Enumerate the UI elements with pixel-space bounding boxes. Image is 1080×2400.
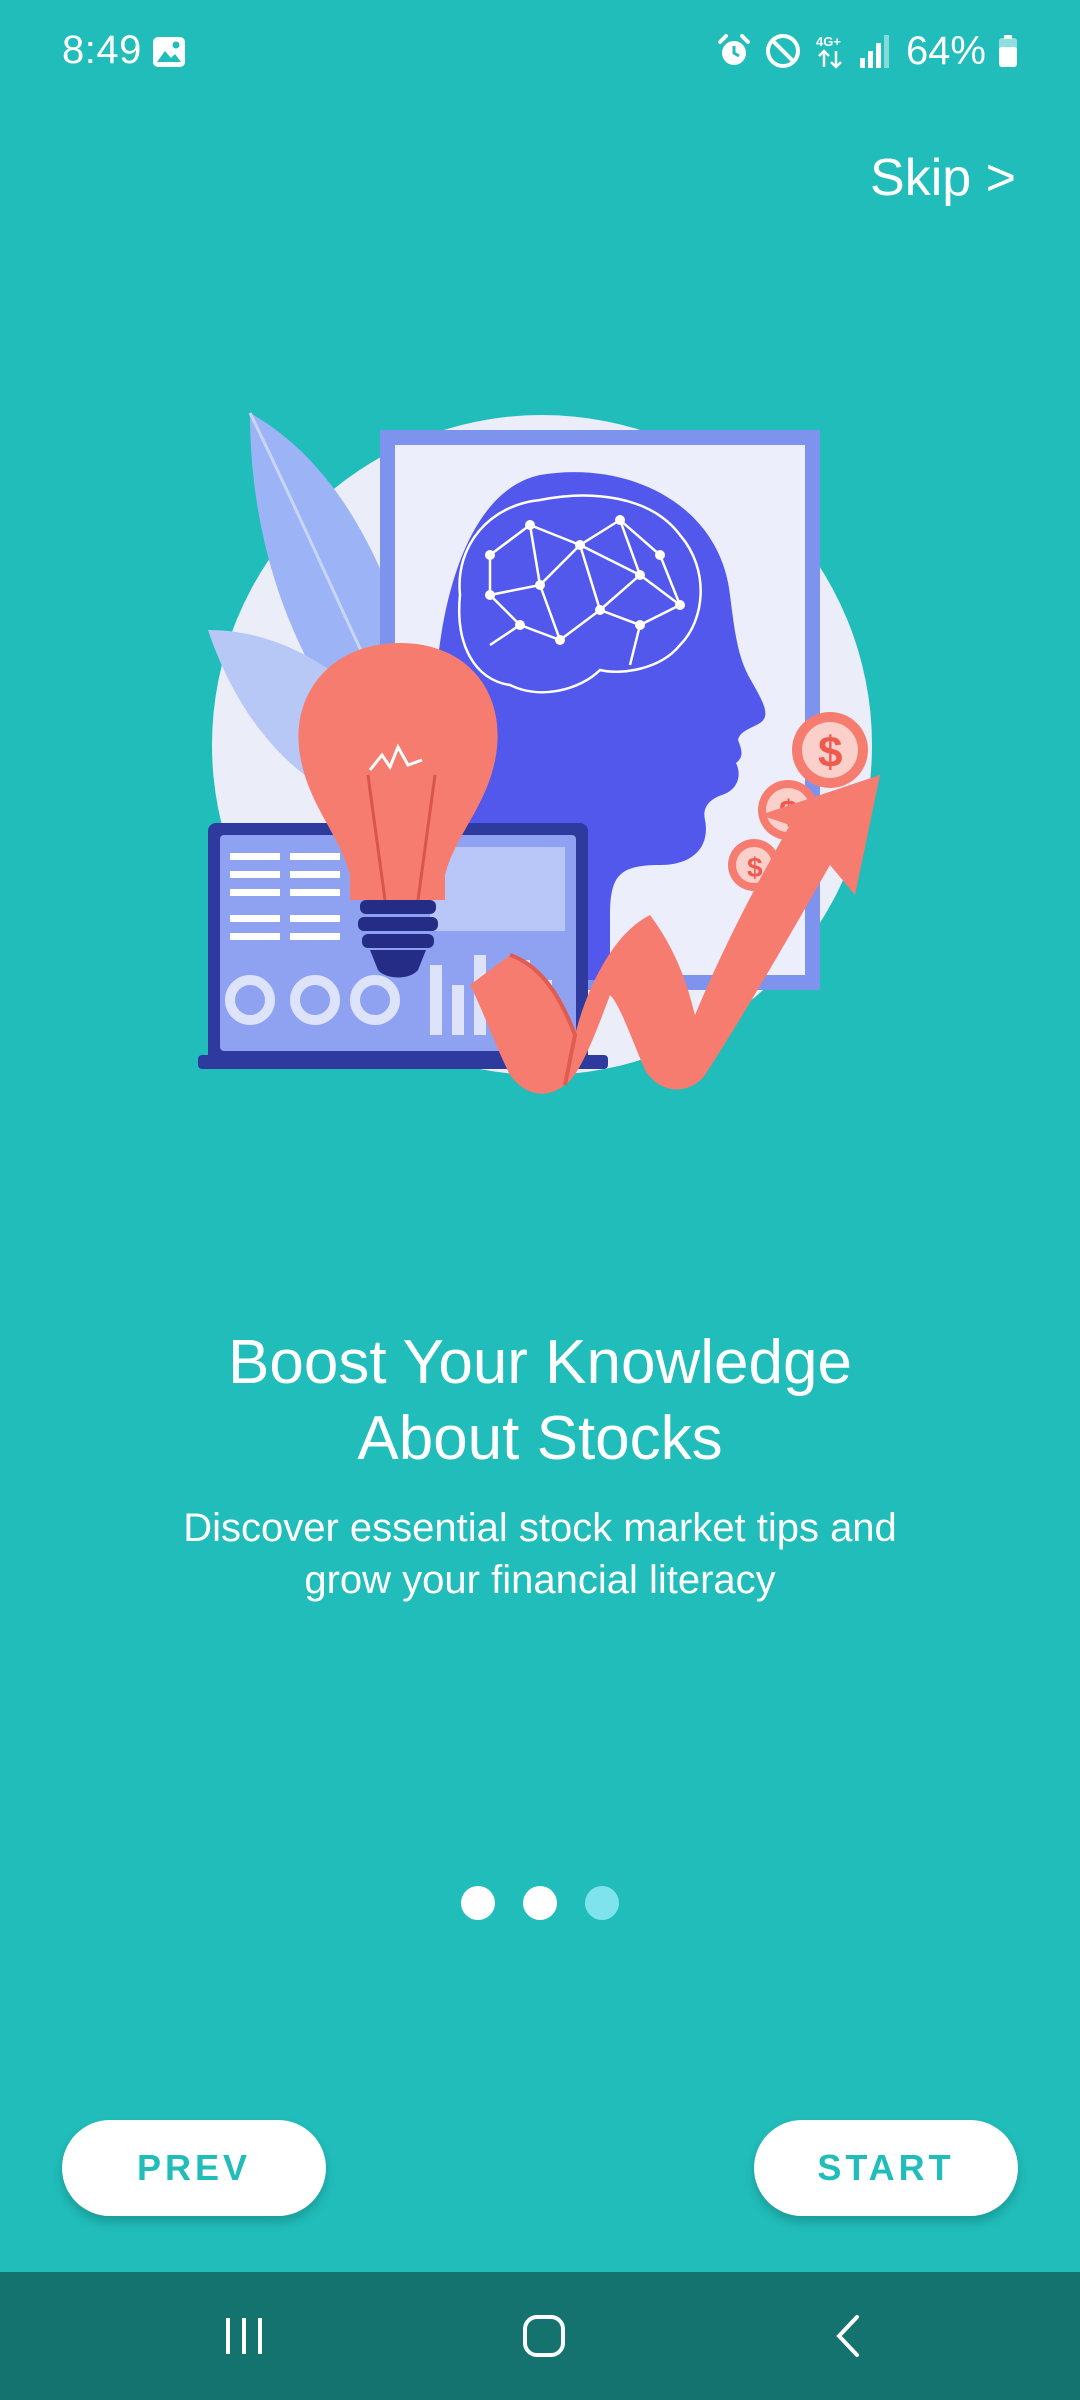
status-time: 8:49 bbox=[62, 28, 142, 72]
4g-lte-icon: 4G+ bbox=[814, 33, 846, 69]
page-dot-2[interactable] bbox=[523, 1886, 557, 1920]
page-indicator bbox=[0, 1886, 1080, 1920]
title-line-2: About Stocks bbox=[357, 1404, 723, 1473]
recent-apps-icon[interactable] bbox=[214, 2306, 274, 2366]
stock-knowledge-illustration: $ $ $ bbox=[190, 395, 890, 1095]
status-icons: 4G+ 64% bbox=[716, 26, 1018, 76]
subtitle-line-2: grow your financial literacy bbox=[304, 1558, 776, 1602]
laptop-panel bbox=[430, 847, 565, 931]
battery-icon bbox=[998, 34, 1018, 68]
page-dot-3-active[interactable] bbox=[585, 1886, 619, 1920]
onboarding-title: Boost Your Knowledge About Stocks bbox=[90, 1325, 990, 1477]
back-icon[interactable] bbox=[818, 2306, 878, 2366]
system-navigation-bar bbox=[0, 2272, 1080, 2400]
battery-percentage: 64% bbox=[905, 28, 986, 73]
skip-button[interactable]: Skip > bbox=[870, 148, 1016, 208]
onboarding-screen: 8:49 4G+ 64% Skip > $ $ Boost Your Knowl… bbox=[0, 0, 1080, 2400]
alarm-icon bbox=[716, 33, 752, 69]
svg-text:$: $ bbox=[818, 728, 842, 777]
do-not-disturb-icon bbox=[764, 32, 802, 70]
subtitle-line-1: Discover essential stock market tips and bbox=[183, 1506, 897, 1550]
signal-icon bbox=[858, 34, 890, 68]
page-dot-1[interactable] bbox=[461, 1886, 495, 1920]
gallery-icon bbox=[152, 36, 186, 68]
title-line-1: Boost Your Knowledge bbox=[228, 1328, 852, 1397]
prev-button[interactable]: PREV bbox=[62, 2120, 326, 2216]
svg-text:4G+: 4G+ bbox=[816, 34, 841, 49]
status-bar: 8:49 4G+ 64% bbox=[0, 0, 1080, 100]
start-button[interactable]: START bbox=[754, 2120, 1018, 2216]
home-icon[interactable] bbox=[514, 2306, 574, 2366]
onboarding-subtitle: Discover essential stock market tips and… bbox=[90, 1502, 990, 1606]
